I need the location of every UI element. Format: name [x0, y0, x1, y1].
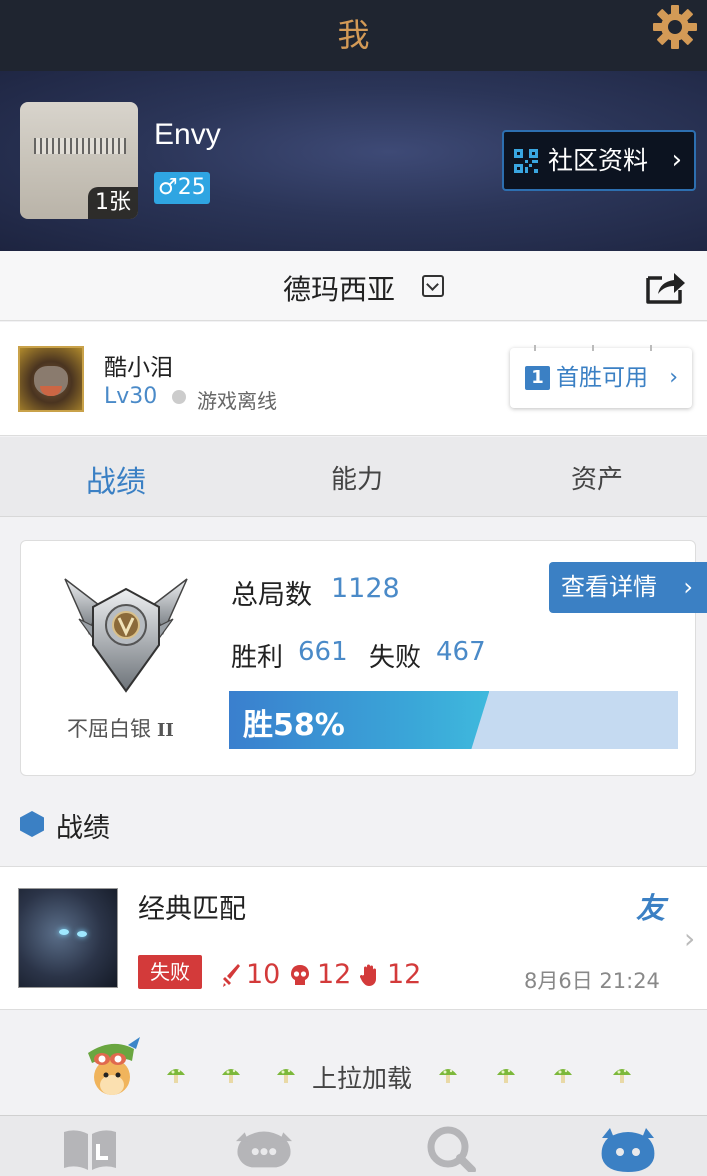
profile-photo[interactable]: 1张	[20, 102, 138, 219]
tab-record[interactable]: 战绩	[86, 457, 146, 501]
kills-value: 10	[246, 959, 281, 990]
calendar-rings	[522, 345, 680, 351]
photo-content	[34, 138, 126, 154]
match-time: 8月6日 21:24	[524, 969, 660, 993]
mushroom-icon	[167, 1069, 185, 1083]
teemo-mascot-icon	[88, 1037, 140, 1095]
winrate-text: 胜58%	[243, 708, 345, 743]
tab-bar: 战绩 能力 资产	[0, 437, 707, 517]
hand-icon	[360, 964, 376, 986]
mushroom-icon	[439, 1069, 457, 1083]
match-list-item[interactable]: 经典匹配 友 失败 10 12 12 8月6日 21:24 ›	[0, 866, 707, 1010]
calendar-icon: 1	[525, 366, 550, 390]
mushroom-icon	[497, 1069, 515, 1083]
losses-label: 失败	[369, 643, 422, 673]
username: Envy	[154, 118, 221, 151]
view-details-button[interactable]: 查看详情 ›	[549, 562, 707, 613]
community-profile-label: 社区资料	[548, 146, 649, 175]
gear-icon[interactable]	[652, 4, 698, 50]
mushroom-icon	[277, 1069, 295, 1083]
community-profile-button[interactable]: 社区资料 ›	[502, 130, 696, 191]
first-win-button[interactable]: 1 首胜可用 ›	[510, 345, 692, 408]
load-more-text: 上拉加载	[312, 1064, 413, 1093]
wins-label: 胜利	[231, 643, 284, 673]
summoner-avatar	[18, 346, 84, 412]
first-win-label: 首胜可用	[556, 365, 648, 391]
match-type: 经典匹配	[138, 894, 246, 925]
total-games-value: 1128	[331, 573, 400, 604]
summoner-name: 酷小泪	[104, 355, 173, 381]
assists-value: 12	[387, 959, 422, 990]
section-title-label: 战绩	[56, 813, 110, 844]
mushroom-icon	[613, 1069, 631, 1083]
search-icon[interactable]	[424, 1126, 480, 1172]
rank-title: 不屈白银	[67, 717, 151, 741]
bottom-nav	[0, 1115, 707, 1176]
online-status: 游戏离线	[197, 389, 277, 413]
pull-to-load[interactable]: 上拉加载	[0, 1011, 707, 1114]
sword-icon	[223, 964, 240, 987]
share-icon[interactable]	[644, 266, 688, 306]
qr-code-icon	[514, 149, 538, 173]
rank-tier: II	[157, 720, 174, 741]
book-icon[interactable]	[62, 1126, 118, 1172]
champion-portrait	[18, 888, 118, 988]
page-title: 我	[337, 16, 370, 54]
hexagon-icon	[20, 811, 44, 837]
photo-count-badge: 1张	[88, 187, 138, 219]
server-selector-bar: 德玛西亚	[0, 251, 707, 321]
summoner-row[interactable]: 酷小泪 Lv30 游戏离线 1 首胜可用 ›	[0, 322, 707, 436]
chevron-right-icon: ›	[671, 145, 682, 175]
server-name[interactable]: 德玛西亚	[283, 268, 395, 308]
skull-icon	[291, 965, 309, 985]
profile-header: 1张 Envy ♂25 社区资料 ›	[0, 71, 707, 251]
tab-assets[interactable]: 资产	[571, 459, 623, 496]
gender-age-badge: ♂25	[154, 172, 210, 204]
rank-name: 不屈白银 II	[67, 713, 174, 743]
status-dot-icon	[172, 390, 186, 404]
chevron-right-icon: ›	[683, 573, 693, 601]
losses-value: 467	[436, 637, 486, 667]
stats-card: 不屈白银 II 总局数 1128 胜利 661 失败 467 查看详情 › 胜58…	[20, 540, 707, 776]
summoner-level: Lv30	[104, 384, 158, 409]
deaths-value: 12	[317, 959, 352, 990]
top-bar: 我	[0, 0, 707, 71]
tab-ability[interactable]: 能力	[331, 459, 383, 496]
chevron-right-icon: ›	[684, 922, 696, 955]
champion-eye	[59, 929, 69, 935]
mushroom-icon	[554, 1069, 572, 1083]
wins-value: 661	[298, 637, 348, 667]
dropdown-icon[interactable]	[422, 275, 444, 297]
match-result-badge: 失败	[138, 955, 202, 989]
chat-icon[interactable]	[236, 1126, 292, 1172]
friend-tag: 友	[636, 891, 666, 925]
total-games-label: 总局数	[231, 580, 312, 611]
winrate-bar: 胜58%	[229, 691, 678, 749]
section-title: 战绩	[20, 806, 110, 845]
silver-rank-emblem-icon	[64, 578, 188, 693]
champion-eye	[77, 931, 87, 937]
view-details-label: 查看详情	[561, 573, 657, 601]
mushroom-icon	[222, 1069, 240, 1083]
chevron-right-icon: ›	[669, 365, 678, 390]
profile-icon[interactable]	[600, 1126, 656, 1172]
